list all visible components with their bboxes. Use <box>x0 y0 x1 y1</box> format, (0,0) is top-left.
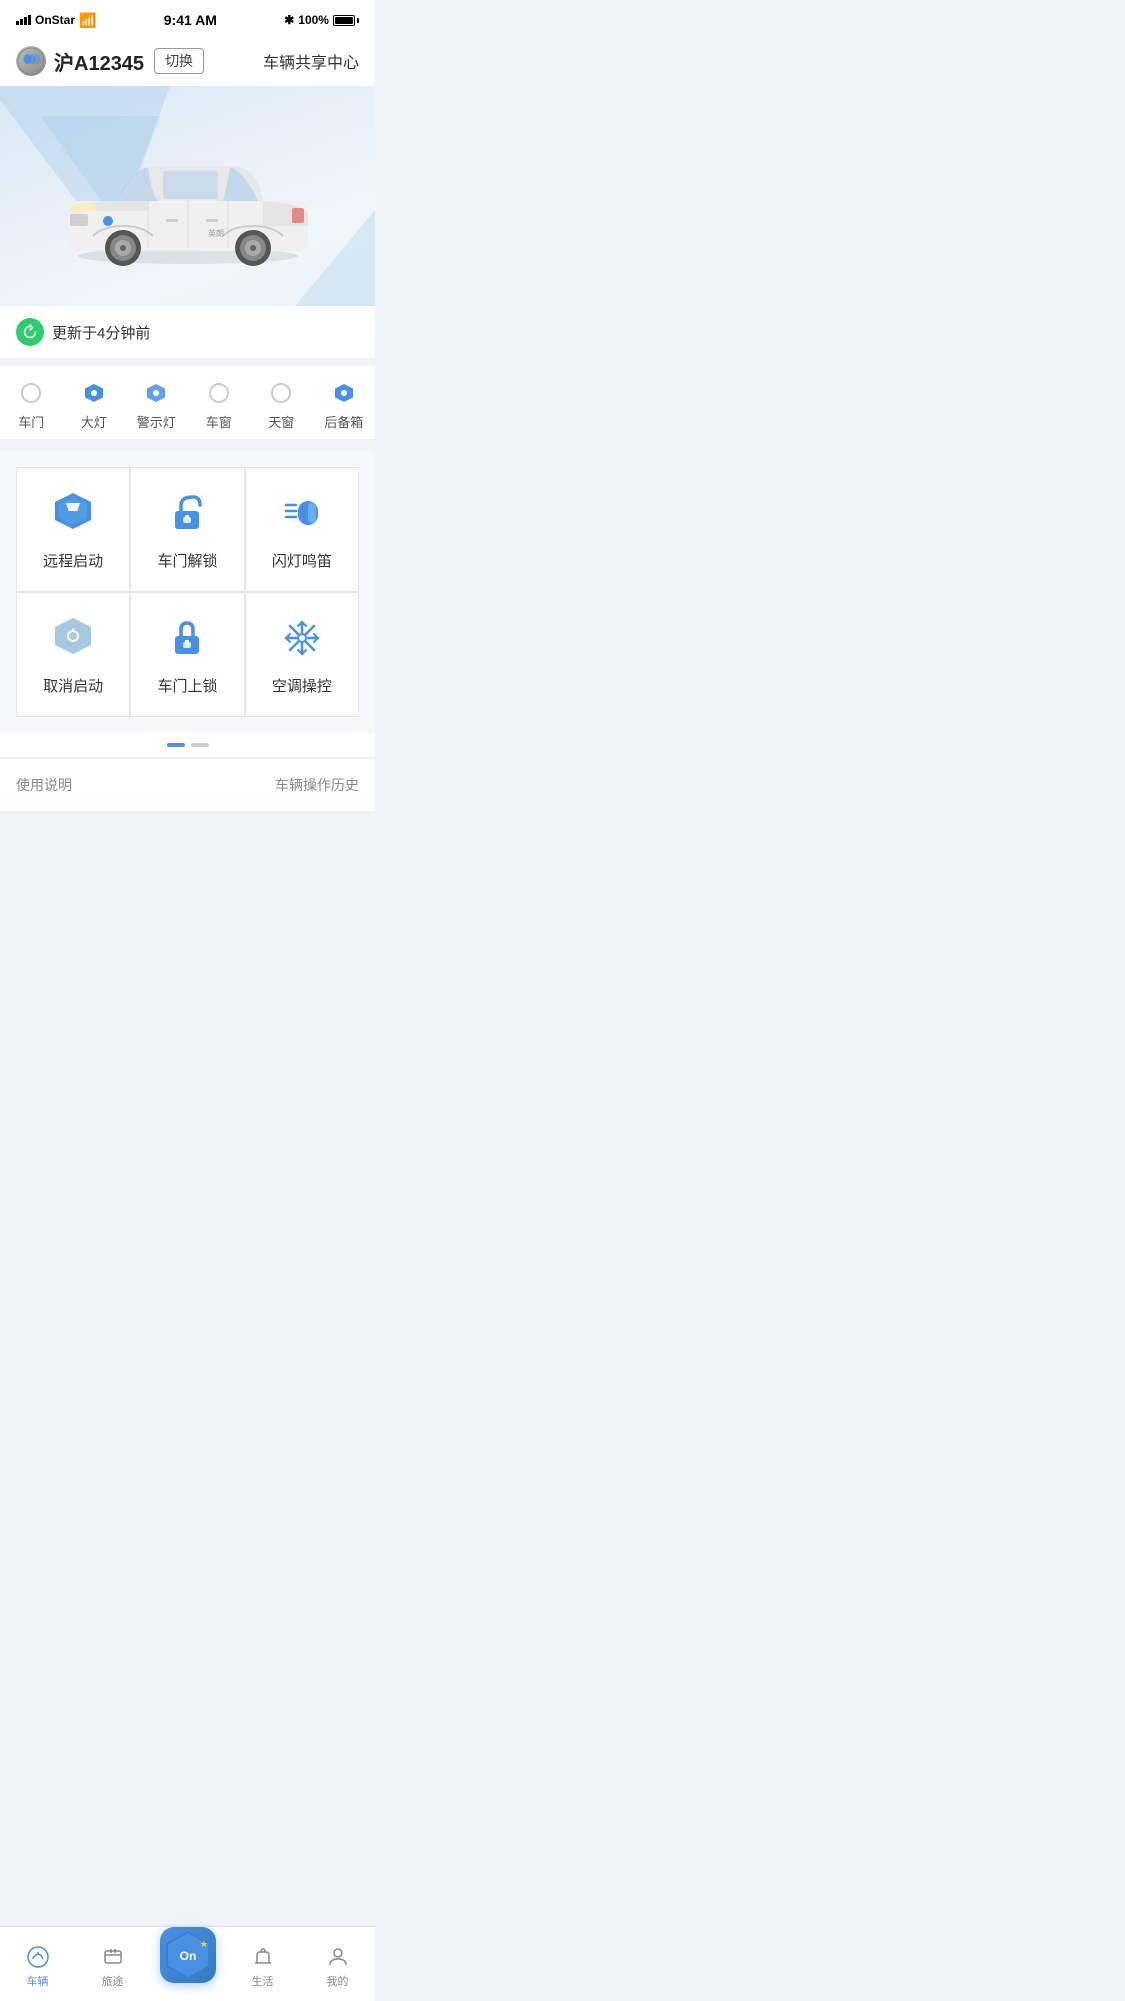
flash-horn-label: 闪灯鸣笛 <box>272 550 332 571</box>
ac-control-icon <box>277 613 327 663</box>
status-time: 9:41 AM <box>164 12 217 28</box>
svg-text:英朗: 英朗 <box>208 228 224 238</box>
usage-link[interactable]: 使用说明 <box>16 775 72 795</box>
flash-horn-button[interactable]: 闪灯鸣笛 <box>245 467 359 592</box>
headlight-label: 大灯 <box>81 412 107 431</box>
nav-me[interactable]: 我的 <box>300 1933 375 1993</box>
remote-start-icon <box>48 488 98 538</box>
flash-horn-icon <box>277 488 327 538</box>
battery-percent: 100% <box>298 13 329 27</box>
nav-life-icon <box>251 1945 275 1969</box>
update-text: 更新于4分钟前 <box>52 322 150 343</box>
door-unlock-label: 车门解锁 <box>157 550 217 571</box>
battery-icon <box>333 15 359 26</box>
cancel-start-icon <box>48 613 98 663</box>
bluetooth-icon: ✱ <box>284 13 294 27</box>
plate-number: 沪A12345 <box>54 47 144 76</box>
signal-icon <box>16 15 31 25</box>
status-window[interactable]: 车窗 <box>188 382 251 431</box>
status-hazard[interactable]: 警示灯 <box>125 382 188 431</box>
nav-life-label: 生活 <box>252 1973 274 1989</box>
trunk-indicator-icon <box>333 382 355 404</box>
action-grid: 远程启动 车门解锁 <box>0 451 375 733</box>
action-row-1: 远程启动 车门解锁 <box>16 467 359 592</box>
action-row-2: 取消启动 车门上锁 <box>16 592 359 717</box>
remote-start-label: 远程启动 <box>43 550 103 571</box>
nav-trip-label: 旅途 <box>102 1973 124 1989</box>
nav-me-icon <box>326 1945 350 1969</box>
car-svg: 英朗 <box>48 126 328 266</box>
history-link[interactable]: 车辆操作历史 <box>275 775 359 795</box>
headlight-indicator-icon <box>83 382 105 404</box>
door-label: 车门 <box>18 412 44 431</box>
nav-vehicle[interactable]: 车辆 <box>0 1933 75 1993</box>
nav-onstar[interactable]: On ★ <box>150 1933 225 1993</box>
nav-vehicle-label: 车辆 <box>27 1973 49 1989</box>
nav-me-label: 我的 <box>327 1973 349 1989</box>
nav-trip[interactable]: 旅途 <box>75 1933 150 1993</box>
footer-links: 使用说明 车辆操作历史 <box>0 759 375 811</box>
door-lock-label: 车门上锁 <box>157 675 217 696</box>
window-label: 车窗 <box>206 412 232 431</box>
nav-vehicle-icon <box>26 1945 50 1969</box>
page-dot-1[interactable] <box>167 743 185 747</box>
ac-control-label: 空调操控 <box>272 675 332 696</box>
buick-logo <box>16 46 46 76</box>
window-indicator-icon <box>208 382 230 404</box>
pagination <box>0 733 375 757</box>
remote-start-button[interactable]: 远程启动 <box>16 467 130 592</box>
nav-onstar-btn[interactable]: On ★ <box>160 1927 216 1983</box>
ac-control-button[interactable]: 空调操控 <box>245 592 359 717</box>
car-hero: 英朗 <box>0 86 375 306</box>
status-trunk[interactable]: 后备箱 <box>313 382 376 431</box>
share-center-link[interactable]: 车辆共享中心 <box>263 49 359 73</box>
door-unlock-icon <box>162 488 212 538</box>
refresh-icon <box>16 318 44 346</box>
door-lock-icon <box>162 613 212 663</box>
nav-trip-icon <box>101 1945 125 1969</box>
switch-button[interactable]: 切换 <box>154 48 204 74</box>
nav-onstar-hex-icon: On ★ <box>160 1927 216 1983</box>
svg-text:On: On <box>179 1949 196 1963</box>
car-image: 英朗 <box>38 116 338 276</box>
nav-life[interactable]: 生活 <box>225 1933 300 1993</box>
cancel-start-button[interactable]: 取消启动 <box>16 592 130 717</box>
bottom-nav: 车辆 旅途 On ★ 生活 <box>0 1926 375 2001</box>
header: 沪A12345 切换 车辆共享中心 <box>0 36 375 86</box>
status-left: OnStar 📶 <box>16 12 96 29</box>
trunk-label: 后备箱 <box>324 412 363 431</box>
status-right: ✱ 100% <box>284 13 359 27</box>
update-status: 更新于4分钟前 <box>0 306 375 358</box>
status-bar: OnStar 📶 9:41 AM ✱ 100% <box>0 0 375 36</box>
wifi-icon: 📶 <box>79 12 96 29</box>
door-unlock-button[interactable]: 车门解锁 <box>130 467 244 592</box>
status-headlight[interactable]: 大灯 <box>63 382 126 431</box>
hazard-indicator-icon <box>145 382 167 404</box>
sunroof-label: 天窗 <box>268 412 294 431</box>
status-indicators: 车门 大灯 警示灯 车窗 天窗 后备箱 <box>0 366 375 439</box>
door-indicator-icon <box>20 382 42 404</box>
status-door[interactable]: 车门 <box>0 382 63 431</box>
carrier-label: OnStar <box>35 13 75 27</box>
cancel-start-label: 取消启动 <box>43 675 103 696</box>
status-sunroof[interactable]: 天窗 <box>250 382 313 431</box>
sunroof-indicator-icon <box>270 382 292 404</box>
page-dot-2[interactable] <box>191 743 209 747</box>
hazard-label: 警示灯 <box>137 412 176 431</box>
svg-text:★: ★ <box>200 1939 208 1949</box>
door-lock-button[interactable]: 车门上锁 <box>130 592 244 717</box>
